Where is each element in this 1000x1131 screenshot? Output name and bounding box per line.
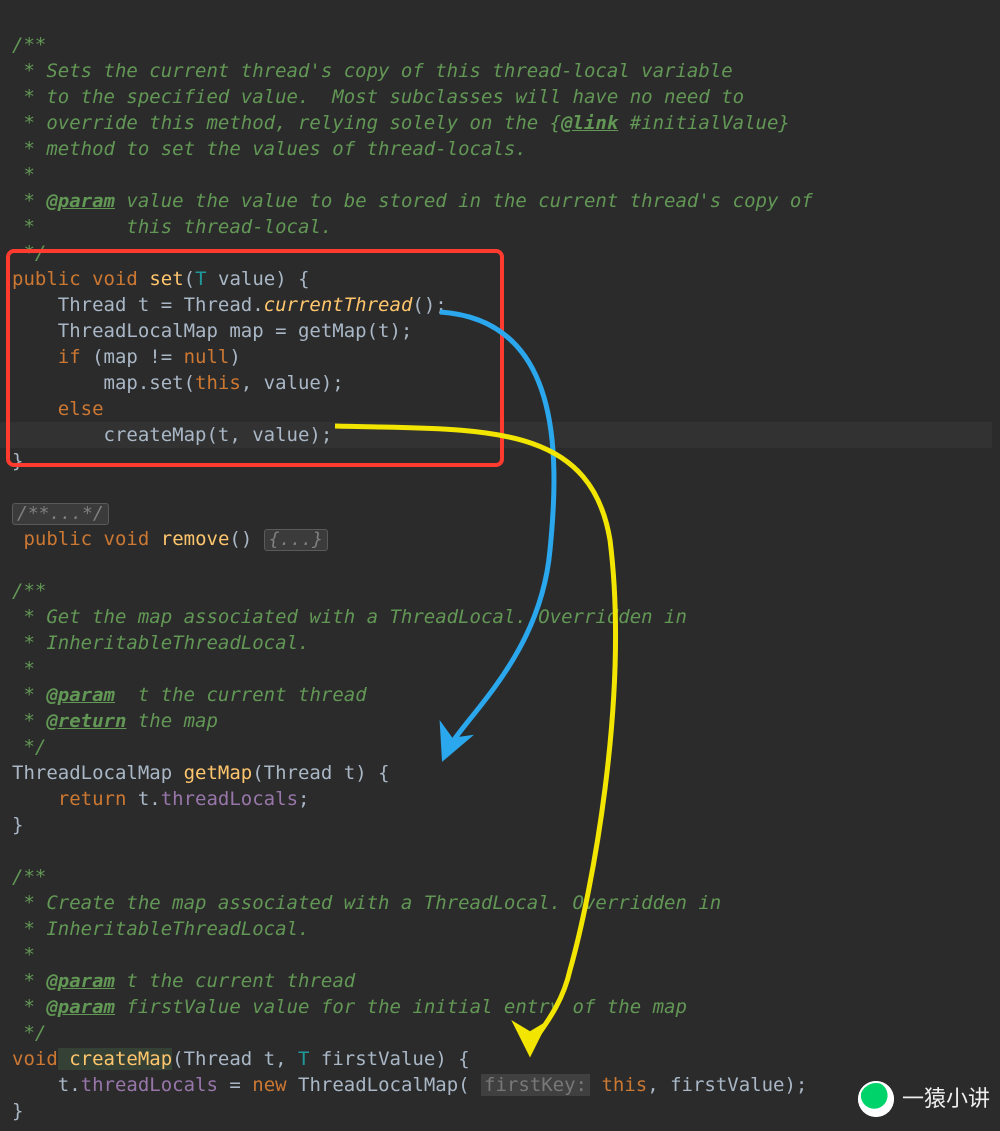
fold-region[interactable]: /**...*/	[12, 503, 109, 525]
method-set: public void set(T value) { Thread t = Th…	[12, 268, 992, 472]
method-createmap: void createMap(Thread t, T firstValue) {…	[12, 1048, 807, 1122]
javadoc-getmap: /** * Get the map associated with a Thre…	[12, 580, 687, 758]
wechat-logo-icon	[858, 1081, 894, 1117]
code-block: /** * Sets the current thread's copy of …	[12, 6, 992, 1124]
method-getmap: ThreadLocalMap getMap(Thread t) { return…	[12, 762, 390, 836]
watermark-badge: 一猿小讲	[858, 1081, 990, 1117]
watermark-text: 一猿小讲	[902, 1086, 990, 1112]
javadoc-set: /** * Sets the current thread's copy of …	[12, 34, 813, 264]
method-remove: public void remove() {...}	[12, 528, 328, 550]
javadoc-createmap: /** * Create the map associated with a T…	[12, 866, 721, 1044]
fold-body[interactable]: {...}	[264, 529, 328, 551]
